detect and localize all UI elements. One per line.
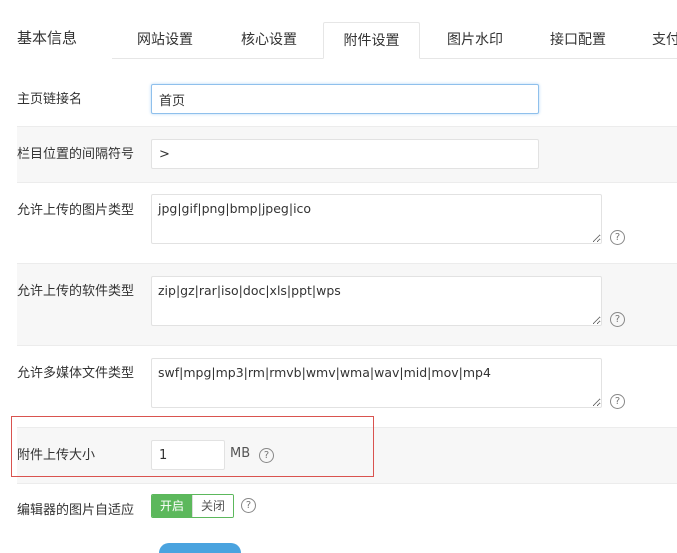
media-types-textarea[interactable]: swf|mpg|mp3|rm|rmvb|wmv|wma|wav|mid|mov|… (151, 358, 602, 408)
software-types-label: 允许上传的软件类型 (17, 284, 135, 299)
tab-site-settings[interactable]: 网站设置 (120, 22, 210, 58)
help-icon[interactable]: ? (610, 230, 625, 245)
home-link-name-input[interactable] (151, 84, 539, 114)
image-types-label: 允许上传的图片类型 (17, 203, 135, 218)
switch-off-option[interactable]: 关闭 (192, 495, 234, 517)
home-link-name-label: 主页链接名 (17, 92, 83, 107)
panel-title: 基本信息 (17, 29, 78, 47)
row-image-types: 允许上传的图片类型 jpg|gif|png|bmp|jpeg|ico ? (17, 183, 677, 264)
media-types-label: 允许多媒体文件类型 (17, 366, 135, 381)
column-separator-label: 栏目位置的间隔符号 (17, 147, 135, 162)
tab-interface-config[interactable]: 接口配置 (533, 22, 623, 58)
column-separator-input[interactable] (151, 139, 539, 169)
submit-button[interactable] (159, 543, 241, 553)
row-software-types: 允许上传的软件类型 zip|gz|rar|iso|doc|xls|ppt|wps… (17, 264, 677, 346)
tab-attachment-settings[interactable]: 附件设置 (323, 22, 420, 59)
software-types-textarea[interactable]: zip|gz|rar|iso|doc|xls|ppt|wps (151, 276, 602, 326)
help-icon[interactable]: ? (610, 394, 625, 409)
tab-core-settings[interactable]: 核心设置 (224, 22, 314, 58)
row-editor-image-fit: 编辑器的图片自适应 开启 关闭 ? (17, 484, 677, 546)
tab-payment[interactable]: 支付 (636, 22, 677, 58)
tab-image-watermark[interactable]: 图片水印 (430, 22, 520, 58)
row-column-separator: 栏目位置的间隔符号 (17, 127, 677, 183)
highlight-box (11, 416, 374, 477)
help-icon[interactable]: ? (610, 312, 625, 327)
settings-tabs: 网站设置 核心设置 附件设置 图片水印 接口配置 支付 (112, 22, 677, 59)
switch-on-option[interactable]: 开启 (152, 495, 193, 517)
image-types-textarea[interactable]: jpg|gif|png|bmp|jpeg|ico (151, 194, 602, 244)
editor-image-fit-switch: 开启 关闭 (151, 494, 235, 518)
editor-image-fit-label: 编辑器的图片自适应 (17, 503, 135, 518)
help-icon[interactable]: ? (241, 498, 256, 513)
row-home-link-name: 主页链接名 (17, 69, 677, 127)
